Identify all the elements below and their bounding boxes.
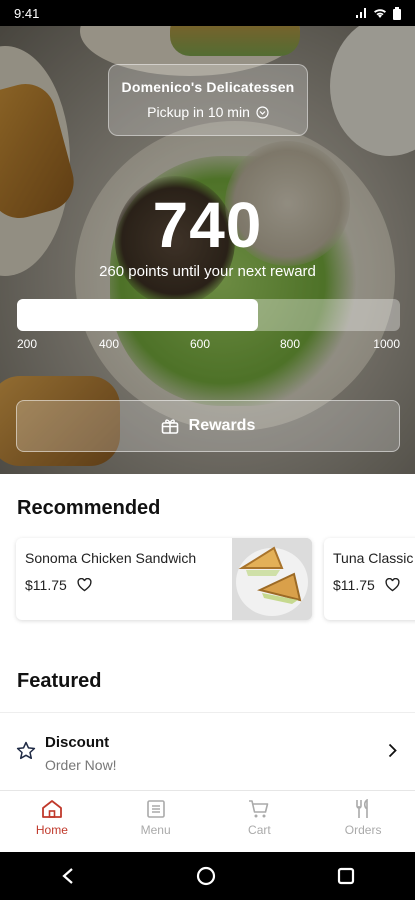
signal-icon [356,8,366,18]
price-row: $11.75 [333,577,400,593]
product-name: Sonoma Chicken Sandwich [25,550,197,566]
rewards-button[interactable]: Rewards [16,400,400,452]
chevron-right-icon [388,743,397,758]
gift-icon [161,419,178,434]
featured-item[interactable]: Discount Order Now! [0,712,415,790]
recommended-card[interactable]: Tuna Classic $11.75 [324,538,415,620]
product-price: $11.75 [333,577,375,593]
product-price: $11.75 [25,577,67,593]
progress-label: 800 [280,337,301,351]
bottom-tab-bar: Home Menu Cart Orders [0,790,415,852]
points-subtitle: 260 points until your next reward [99,263,316,280]
utensils-icon [356,799,368,818]
product-image [232,538,312,620]
featured-subtitle: Order Now! [45,757,117,773]
tab-cart[interactable]: Cart [208,791,312,852]
menu-icon [146,800,165,818]
chevron-down-circle-icon [256,105,269,119]
status-icons [355,6,401,20]
product-name: Tuna Classic [333,550,414,566]
tab-menu[interactable]: Menu [104,791,208,852]
store-name: Domenico's Delicatessen [121,79,295,95]
recents-icon[interactable] [337,867,355,885]
tab-label: Menu [140,823,171,837]
home-circle-icon[interactable] [196,866,216,886]
progress-label: 600 [190,337,211,351]
cart-icon [249,800,269,818]
rewards-label: Rewards [188,417,256,434]
tab-orders[interactable]: Orders [311,791,415,852]
star-icon [16,741,36,760]
pickup-label: Pickup in 10 min [147,104,250,120]
progress-label: 1000 [373,337,400,351]
status-bar: 9:41 [0,0,415,26]
sandwich-image [232,538,312,620]
status-time: 9:41 [14,5,40,21]
back-icon[interactable] [61,867,75,885]
store-selector[interactable]: Domenico's Delicatessen Pickup in 10 min [108,64,308,136]
heart-icon[interactable] [77,578,92,592]
battery-icon [393,6,401,20]
tab-label: Orders [344,823,382,837]
featured-title: Featured [17,670,102,692]
pickup-time: Pickup in 10 min [109,104,307,120]
progress-label: 400 [99,337,120,351]
progress-label: 200 [17,337,38,351]
system-nav-bar [0,852,415,900]
recommended-title: Recommended [17,497,161,519]
home-icon [41,800,62,818]
points-balance: 740 [152,189,263,261]
recommended-card[interactable]: Sonoma Chicken Sandwich $11.75 [16,538,312,620]
tab-home[interactable]: Home [0,791,104,852]
tab-label: Home [35,823,68,837]
tab-label: Cart [248,823,271,837]
hero-banner: Domenico's Delicatessen Pickup in 10 min… [0,26,415,474]
featured-name: Discount [45,734,110,751]
rewards-progress-bar [17,299,400,331]
price-row: $11.75 [25,577,92,593]
rewards-progress-fill [17,299,259,331]
wifi-icon [374,9,386,18]
heart-icon[interactable] [385,578,400,592]
